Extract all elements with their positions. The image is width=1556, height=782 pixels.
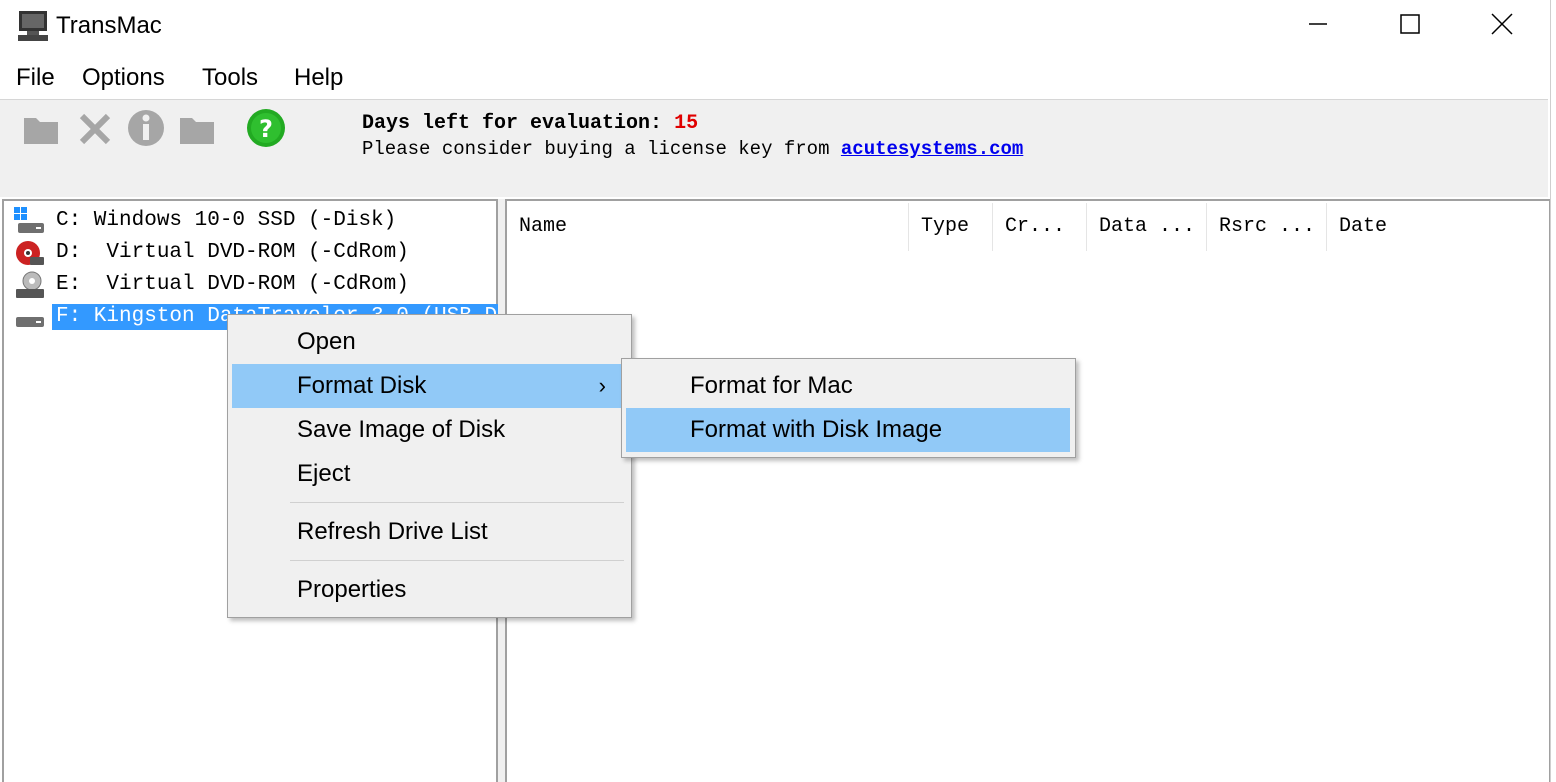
file-list-header: Name Type Cr... Data ... Rsrc ... Date — [507, 203, 1547, 251]
close-icon — [1491, 12, 1513, 40]
evaluation-label: Days left for evaluation: — [362, 112, 675, 135]
column-name[interactable]: Name — [507, 203, 909, 251]
menu-item-format-with-disk-image[interactable]: Format with Disk Image — [626, 408, 1070, 452]
menu-item-format-disk[interactable]: Format Disk › — [232, 364, 624, 408]
menu-separator — [290, 560, 624, 561]
menu-help[interactable]: Help — [294, 64, 343, 92]
drive-label: D: Virtual DVD-ROM (-CdRom) — [56, 241, 409, 264]
toolbar: ? Days left for evaluation: 15 Please co… — [0, 99, 1548, 197]
menu-file[interactable]: File — [16, 64, 55, 92]
evaluation-notice: Days left for evaluation: 15 — [362, 112, 698, 135]
menu-item-label: Format Disk — [297, 372, 427, 399]
close-button[interactable] — [1456, 0, 1548, 52]
license-link[interactable]: acutesystems.com — [841, 138, 1023, 160]
menu-item-format-for-mac[interactable]: Format for Mac — [626, 364, 1070, 408]
maximize-button[interactable] — [1364, 0, 1456, 52]
menu-separator — [290, 502, 624, 503]
folder-icon[interactable] — [22, 108, 62, 148]
drive-label: C: Windows 10-0 SSD (-Disk) — [56, 209, 397, 232]
menu-item-save-image[interactable]: Save Image of Disk — [232, 408, 624, 452]
column-data-size[interactable]: Data ... — [1087, 203, 1207, 251]
cdrom-red-icon — [14, 239, 46, 267]
format-submenu: Format for Mac Format with Disk Image — [621, 358, 1076, 458]
days-left-count: 15 — [674, 112, 699, 135]
column-type[interactable]: Type — [909, 203, 993, 251]
column-rsrc-size[interactable]: Rsrc ... — [1207, 203, 1327, 251]
column-creator[interactable]: Cr... — [993, 203, 1087, 251]
window-title: TransMac — [56, 12, 162, 39]
drive-item-d[interactable]: D: Virtual DVD-ROM (-CdRom) — [12, 237, 492, 267]
title-bar: TransMac — [0, 0, 1556, 52]
minimize-button[interactable] — [1272, 0, 1364, 52]
info-icon[interactable] — [126, 108, 166, 148]
svg-text:?: ? — [259, 115, 273, 143]
cdrom-icon — [14, 271, 46, 299]
file-list-pane: Name Type Cr... Data ... Rsrc ... Date — [505, 199, 1550, 782]
maximize-icon — [1400, 13, 1420, 39]
minimize-icon — [1308, 14, 1328, 39]
context-menu: Open Format Disk › Save Image of Disk Ej… — [227, 314, 632, 618]
drive-item-e[interactable]: E: Virtual DVD-ROM (-CdRom) — [12, 269, 492, 299]
menu-tools[interactable]: Tools — [202, 64, 258, 92]
drive-item-c[interactable]: C: Windows 10-0 SSD (-Disk) — [12, 205, 492, 235]
menu-item-eject[interactable]: Eject — [232, 452, 624, 496]
window-border — [1550, 0, 1556, 782]
computer-monitor-icon — [16, 10, 50, 42]
menu-bar: File Options Tools Help — [0, 56, 1548, 98]
delete-x-icon[interactable] — [76, 108, 116, 148]
folder-icon[interactable] — [178, 108, 218, 148]
menu-item-open[interactable]: Open — [232, 320, 624, 364]
windows-disk-icon — [14, 207, 46, 235]
column-date[interactable]: Date — [1327, 203, 1547, 251]
license-text: Please consider buying a license key fro… — [362, 138, 841, 160]
license-notice: Please consider buying a license key fro… — [362, 138, 1023, 160]
chevron-right-icon: › — [598, 373, 606, 398]
help-question-icon[interactable]: ? — [246, 108, 286, 148]
usb-disk-icon — [14, 303, 46, 331]
menu-item-refresh[interactable]: Refresh Drive List — [232, 510, 624, 554]
menu-item-properties[interactable]: Properties — [232, 568, 624, 612]
drive-label: E: Virtual DVD-ROM (-CdRom) — [56, 273, 409, 296]
menu-options[interactable]: Options — [82, 64, 165, 92]
